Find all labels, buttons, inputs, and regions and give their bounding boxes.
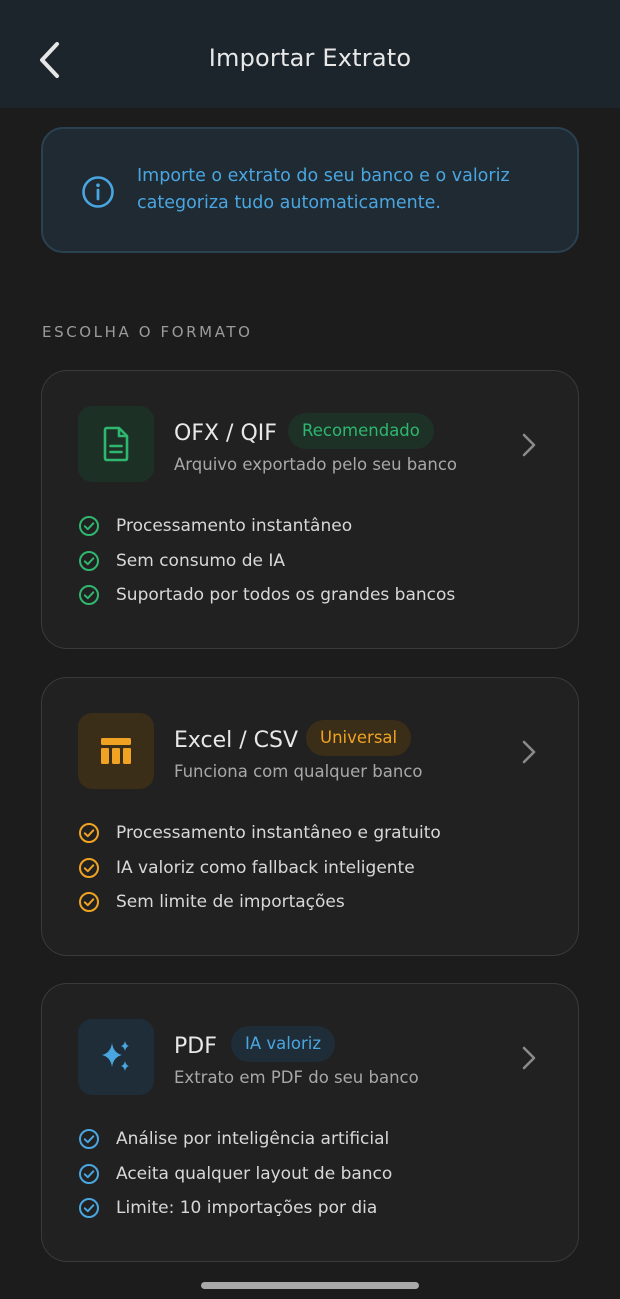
format-card-ofx[interactable]: OFX / QIF Recomendado Arquivo exportado … (41, 370, 579, 649)
card-title: OFX / QIF (174, 421, 277, 446)
page-title: Importar Extrato (208, 44, 412, 72)
check-circle-icon (79, 857, 99, 878)
feature-text: Processamento instantâneo e gratuito (116, 823, 441, 844)
format-card-excel[interactable]: Excel / CSV Universal Funciona com qualq… (41, 677, 579, 956)
list-item: Análise por inteligência artificial (78, 1122, 392, 1157)
badge-recommended: Recomendado (288, 413, 434, 449)
feature-list: Análise por inteligência artificial Acei… (78, 1122, 392, 1226)
check-circle-icon (79, 1163, 99, 1184)
list-item: Suportado por todos os grandes bancos (78, 578, 455, 613)
format-card-pdf[interactable]: PDF IA valoriz Extrato em PDF do seu ban… (41, 983, 579, 1262)
card-subtitle: Extrato em PDF do seu banco (174, 1068, 419, 1087)
feature-text: Suportado por todos os grandes bancos (116, 585, 456, 606)
info-icon (82, 176, 114, 208)
feature-text: Aceita qualquer layout de banco (116, 1163, 393, 1184)
badge-ia-valoriz: IA valoriz (231, 1026, 335, 1062)
check-circle-icon (79, 585, 99, 606)
info-text: Importe o extrato do seu banco e o valor… (137, 166, 510, 213)
card-subtitle: Funciona com qualquer banco (174, 762, 423, 781)
document-icon (103, 426, 129, 462)
check-circle-icon (79, 892, 99, 913)
import-statement-screen: Importar Extrato Importe o extrato do se… (0, 0, 620, 1299)
list-item: Aceita qualquer layout de banco (78, 1157, 392, 1192)
check-circle-icon (79, 550, 99, 571)
feature-list: Processamento instantâneo e gratuito IA … (78, 816, 441, 920)
list-item: Sem consumo de IA (78, 544, 455, 579)
card-title: Excel / CSV (174, 728, 299, 753)
card-subtitle: Arquivo exportado pelo seu banco (174, 455, 457, 474)
check-circle-icon (79, 516, 99, 537)
chevron-right-icon (522, 740, 536, 764)
feature-text: Análise por inteligência artificial (116, 1129, 390, 1150)
card-icon-container (78, 713, 154, 789)
home-indicator[interactable] (201, 1282, 419, 1289)
sparkles-icon (102, 1041, 129, 1071)
chevron-right-icon (522, 1046, 536, 1070)
chevron-right-icon (522, 433, 536, 457)
list-item: Limite: 10 importações por dia (78, 1191, 392, 1226)
check-circle-icon (79, 823, 99, 844)
section-title: ESCOLHA O FORMATO (42, 323, 253, 341)
list-item: Sem limite de importações (78, 885, 441, 920)
card-title: PDF (174, 1034, 217, 1059)
feature-text: Sem consumo de IA (116, 550, 286, 571)
list-item: Processamento instantâneo (78, 509, 455, 544)
info-banner: Importe o extrato do seu banco e o valor… (41, 127, 579, 253)
app-header: Importar Extrato (0, 0, 620, 108)
feature-text: Sem limite de importações (116, 892, 345, 913)
feature-text: Processamento instantâneo (116, 516, 353, 537)
badge-universal: Universal (306, 720, 412, 756)
check-circle-icon (79, 1129, 99, 1150)
table-icon (101, 738, 131, 764)
check-circle-icon (79, 1198, 99, 1219)
feature-list: Processamento instantâneo Sem consumo de… (78, 509, 455, 613)
list-item: IA valoriz como fallback inteligente (78, 851, 441, 886)
feature-text: IA valoriz como fallback inteligente (116, 857, 415, 878)
card-icon-container (78, 406, 154, 482)
card-icon-container (78, 1019, 154, 1095)
feature-text: Limite: 10 importações por dia (116, 1198, 378, 1219)
list-item: Processamento instantâneo e gratuito (78, 816, 441, 851)
